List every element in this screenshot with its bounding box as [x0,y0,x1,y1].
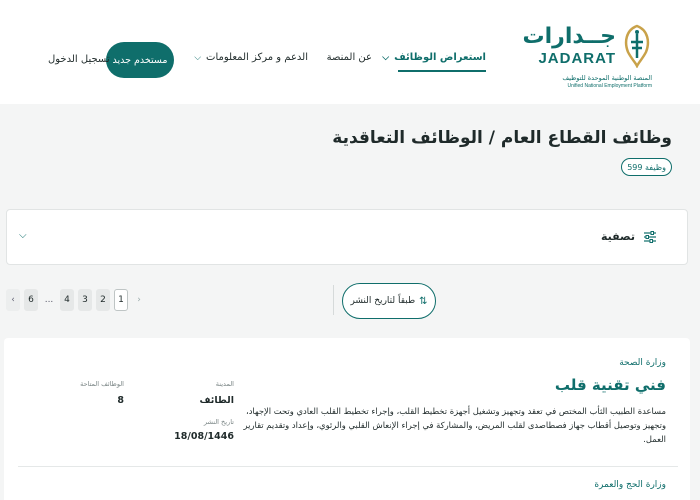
nav-browse-jobs-label: استعراض الوظائف [394,52,486,63]
job-city: الطائف [199,395,234,406]
nav-about-label: عن المنصة [326,52,372,63]
logo-subtitle-english: Unified National Employment Platform [567,83,652,89]
job-ministry: وزارة الصحة [619,358,666,368]
job-count-badge: 599 وظيفة [621,158,672,176]
page-button[interactable]: 6 [24,289,38,311]
site-header: جــدارات JADARAT المنصة الوطنية الموحدة … [0,0,700,104]
page-title: وظائف القطاع العام / الوظائف التعاقدية [332,128,672,148]
toolbar-divider [333,285,334,315]
sort-by-date-button[interactable]: طبقاً لتاريخ النشر ⇅ [342,283,436,319]
page-button[interactable]: 3 [78,289,92,311]
job-date-label: تاريخ النشر [203,418,234,426]
job-divider [18,466,678,467]
login-link[interactable]: تسجيل الدخول [48,54,110,65]
page-button[interactable]: 4 [60,289,74,311]
sort-icon: ⇅ [419,295,428,307]
logo-subtitle-arabic: المنصة الوطنية الموحدة للتوظيف [562,74,652,82]
previous-page-button[interactable]: › [132,289,146,311]
chevron-down-icon: ⌵ [382,52,390,63]
chevron-down-icon: ⌵ [194,52,202,63]
logo-english-name: JADARAT [538,50,616,67]
next-page-button[interactable]: ‹ [6,289,20,311]
nav-about[interactable]: عن المنصة [327,52,372,63]
pagination: ‹ 6 ... 4 3 2 1 › [6,289,146,311]
sort-button-label: طبقاً لتاريخ النشر [350,296,416,306]
job-description: مساعدة الطبيب الثأب المختص في تعقد وتجهي… [243,406,666,444]
logo-emblem-icon [624,24,650,68]
new-user-button[interactable]: مستخدم جديد [106,42,174,78]
pagination-ellipsis: ... [44,295,54,305]
jadarat-logo[interactable]: جــدارات JADARAT المنصة الوطنية الموحدة … [523,24,652,96]
job-vacancies-label: الوظائف المتاحة [80,380,124,388]
job-city-label: المدينة [215,380,234,388]
page-button-active[interactable]: 1 [114,289,128,311]
job-date: 18/08/1446 [174,431,234,442]
filter-sliders-icon [644,231,656,243]
nav-browse-jobs[interactable]: ⌵ استعراض الوظائف [382,52,486,63]
page-button[interactable]: 2 [96,289,110,311]
job-title-link[interactable]: فني تقنية قلب [555,376,666,394]
filter-panel[interactable]: تصفية ⌵ [6,209,688,265]
filter-label: تصفية [600,230,635,243]
nav-support[interactable]: ⌵ الدعم و مركز المعلومات [194,52,308,63]
job-vacancies: 8 [117,395,124,406]
chevron-down-icon[interactable]: ⌵ [19,230,27,241]
nav-support-label: الدعم و مركز المعلومات [206,52,308,63]
logo-arabic-name: جــدارات [522,24,616,49]
active-nav-underline [398,70,486,72]
job-list: وزارة الصحة فني تقنية قلب مساعدة الطبيب … [4,338,690,500]
job-ministry: وزارة الحج والعمرة [594,480,666,490]
